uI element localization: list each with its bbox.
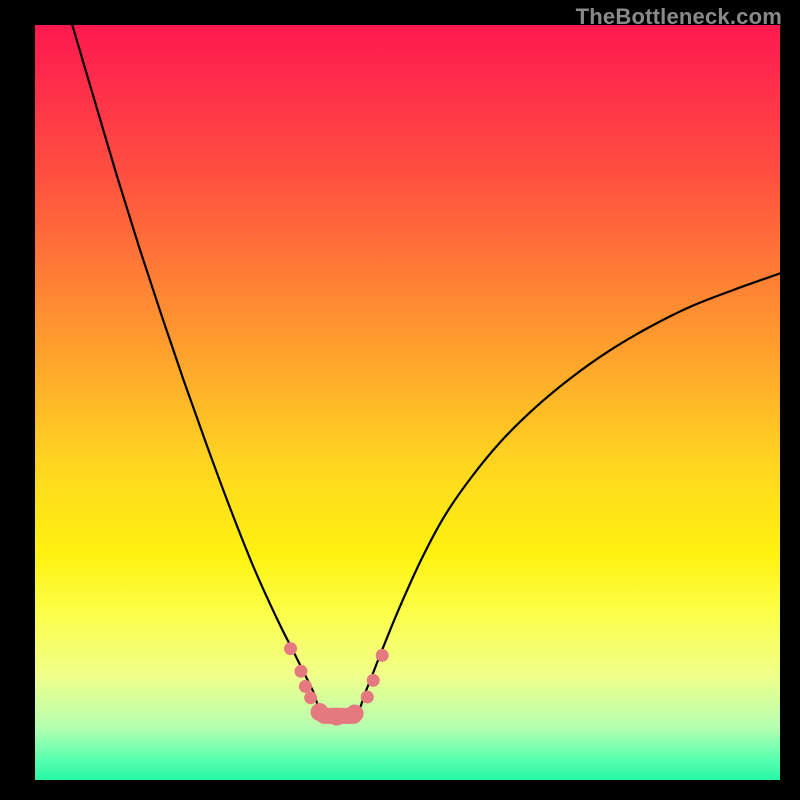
data-marker bbox=[294, 665, 307, 678]
data-marker bbox=[284, 642, 297, 655]
chart-background bbox=[35, 25, 780, 780]
data-marker bbox=[346, 705, 364, 723]
chart-svg bbox=[35, 25, 780, 780]
data-marker bbox=[367, 674, 380, 687]
data-marker bbox=[311, 703, 329, 721]
data-marker bbox=[376, 649, 389, 662]
data-marker bbox=[361, 690, 374, 703]
chart-frame: TheBottleneck.com bbox=[0, 0, 800, 800]
data-marker bbox=[304, 691, 317, 704]
plot-area bbox=[35, 25, 780, 780]
data-marker bbox=[328, 708, 346, 726]
data-marker bbox=[299, 680, 312, 693]
